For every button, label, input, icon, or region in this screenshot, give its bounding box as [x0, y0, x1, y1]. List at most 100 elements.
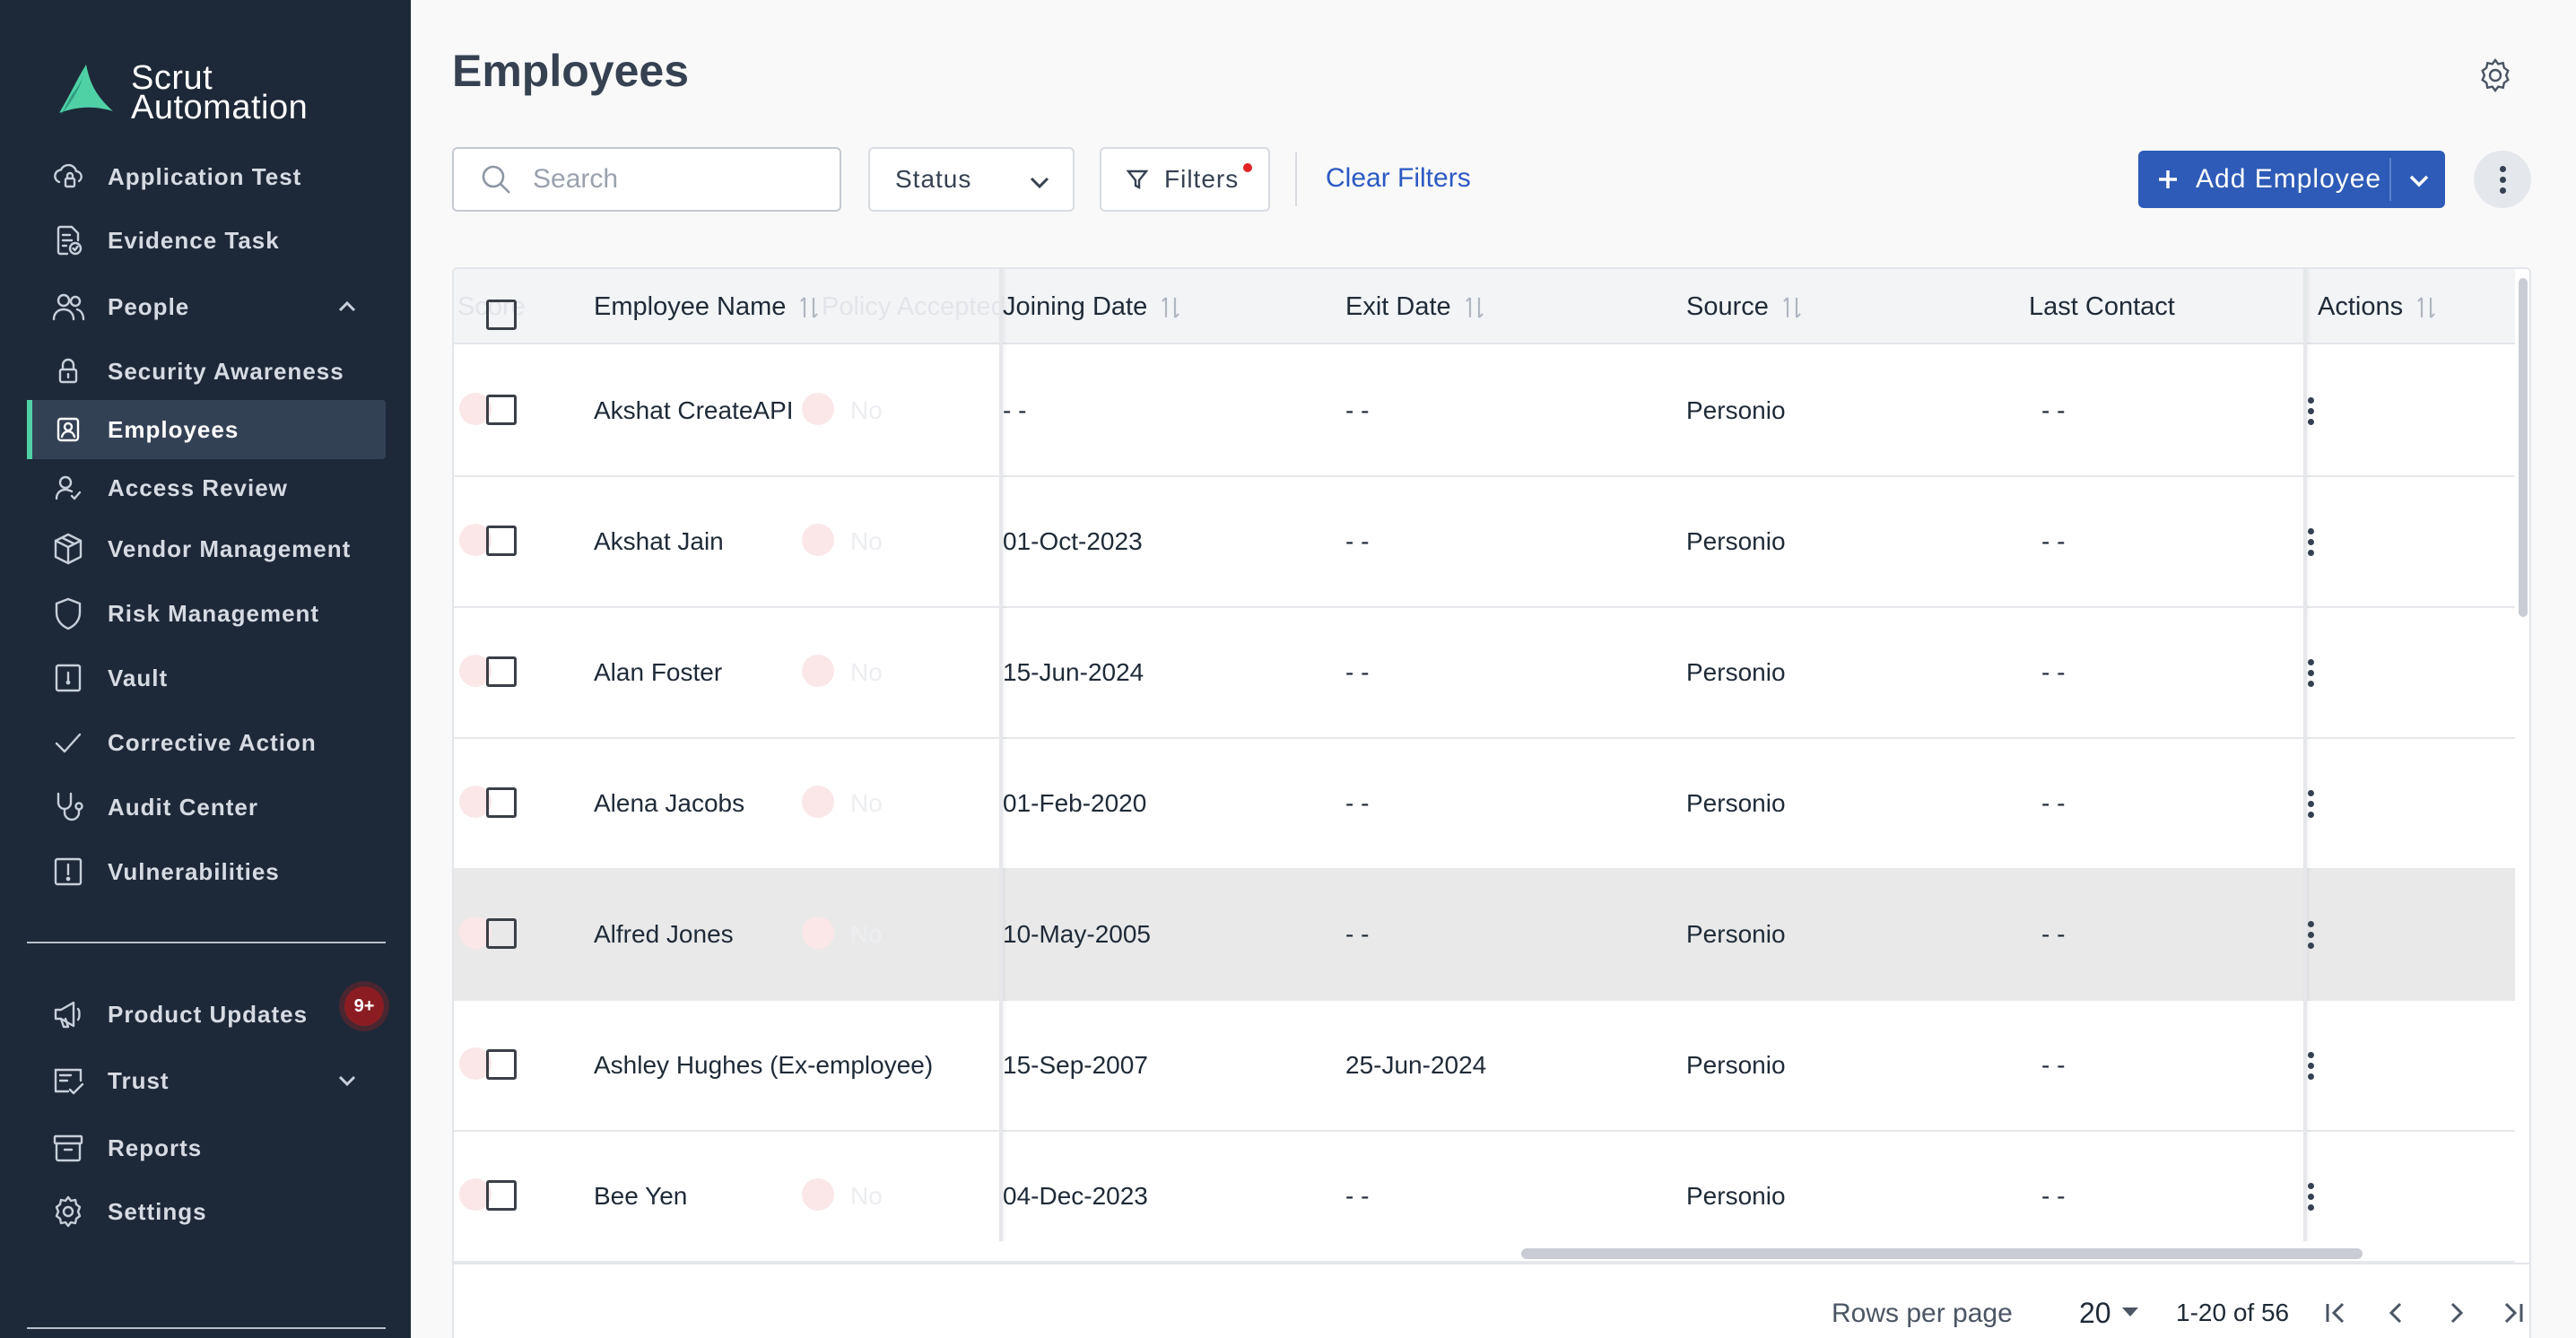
row-checkbox[interactable]	[486, 526, 517, 556]
cell-employee-name[interactable]: Ashley Hughes (Ex-employee)	[594, 1051, 933, 1080]
column-exit-date[interactable]: Exit Date	[1345, 292, 1485, 322]
cell-exit-date: 25-Jun-2024	[1345, 1051, 1487, 1079]
sidebar-item-reports[interactable]: Reports	[27, 1118, 386, 1177]
row-checkbox[interactable]	[486, 1049, 517, 1080]
sidebar-item-corrective-action[interactable]: Corrective Action	[27, 713, 386, 772]
last-page-icon	[2504, 1302, 2523, 1324]
sidebar-item-application-test[interactable]: Application Test	[27, 147, 386, 206]
chevron-up-icon[interactable]	[335, 295, 359, 318]
cell-employee-name[interactable]: Alena Jacobs	[594, 789, 744, 818]
add-employee-label: Add Employee	[2196, 164, 2382, 194]
sidebar-item-evidence-task[interactable]: Evidence Task	[27, 211, 386, 270]
ghost-column-policy-accepted: Policy Accepted	[822, 292, 1005, 321]
ghost-policy-value: No	[850, 527, 883, 555]
sidebar-item-risk-management[interactable]: Risk Management	[27, 584, 386, 643]
table-row[interactable]: Ashley Hughes (Ex-employee) 15-Sep-2007 …	[454, 1001, 2515, 1132]
cell-source: Personio	[1686, 527, 1786, 555]
ghost-policy-icon	[802, 917, 834, 949]
sidebar-item-audit-center[interactable]: Audit Center	[27, 778, 386, 837]
add-employee-dropdown[interactable]	[2406, 167, 2432, 194]
sort-icon[interactable]	[1160, 294, 1181, 321]
cell-source: Personio	[1686, 789, 1786, 817]
cell-employee-name[interactable]: Bee Yen	[594, 1182, 687, 1211]
row-checkbox[interactable]	[486, 395, 517, 425]
select-all-checkbox[interactable]	[486, 300, 517, 330]
next-page-button[interactable]	[2440, 1297, 2472, 1329]
sidebar-item-label: Application Test	[108, 162, 302, 190]
table-row[interactable]: Bee Yen No 04-Dec-2023 - - Personio - -	[454, 1132, 2515, 1263]
horizontal-scrollbar[interactable]	[1521, 1248, 2363, 1259]
product-updates-badge: 9+	[344, 986, 384, 1026]
table-row[interactable]: Alan Foster No 15-Jun-2024 - - Personio …	[454, 608, 2515, 739]
plus-icon	[2156, 168, 2180, 191]
chevron-down-icon[interactable]	[335, 1069, 359, 1092]
check-icon	[48, 723, 88, 762]
filters-button[interactable]: Filters	[1100, 147, 1270, 212]
cell-exit-date: - -	[1345, 1182, 1370, 1210]
sidebar-item-vulnerabilities[interactable]: Vulnerabilities	[27, 842, 386, 901]
sidebar-item-access-review[interactable]: Access Review	[27, 458, 386, 517]
row-checkbox[interactable]	[486, 1180, 517, 1211]
row-checkbox[interactable]	[486, 656, 517, 687]
cell-exit-date: - -	[1345, 527, 1370, 555]
column-actions[interactable]: Actions	[2307, 292, 2438, 322]
sidebar-item-people[interactable]: People	[27, 277, 386, 336]
clear-filters-link[interactable]: Clear Filters	[1326, 163, 1471, 194]
employees-table: Score Employee Name Policy Accepted Join…	[452, 267, 2531, 1338]
cell-source: Personio	[1686, 920, 1786, 948]
table-row[interactable]: Akshat Jain No 01-Oct-2023 - - Personio …	[454, 477, 2515, 608]
cell-source: Personio	[1686, 396, 1786, 424]
sidebar-item-trust[interactable]: Trust	[27, 1051, 386, 1110]
sort-icon[interactable]	[1781, 294, 1803, 321]
vertical-scrollbar[interactable]	[2519, 278, 2528, 617]
cell-joining-date: 15-Jun-2024	[1003, 658, 1144, 686]
cell-employee-name[interactable]: Alan Foster	[594, 658, 722, 687]
sidebar-item-vault[interactable]: Vault	[27, 648, 386, 708]
sidebar-item-label: Audit Center	[108, 793, 258, 821]
table-row[interactable]: Akshat CreateAPI No - - - - Personio - -	[454, 346, 2515, 477]
row-checkbox[interactable]	[486, 918, 517, 949]
scrut-logo[interactable]: Scrut Automation	[50, 59, 308, 127]
rows-per-page-select[interactable]: 20	[2079, 1297, 2111, 1330]
column-joining-date[interactable]: Joining Date	[1003, 292, 1181, 322]
ghost-policy-icon	[802, 655, 834, 687]
search-box[interactable]	[452, 147, 841, 212]
caret-down-icon[interactable]	[2122, 1308, 2138, 1316]
page-settings-button[interactable]	[2476, 56, 2515, 95]
sort-icon[interactable]	[798, 294, 820, 321]
cell-last-contact: - -	[2041, 1051, 2066, 1079]
cell-employee-name[interactable]: Alfred Jones	[594, 920, 734, 949]
prev-page-button[interactable]	[2380, 1297, 2413, 1329]
cell-employee-name[interactable]: Akshat Jain	[594, 527, 724, 556]
table-row[interactable]: Alfred Jones No 10-May-2005 - - Personio…	[454, 870, 2515, 1001]
status-dropdown[interactable]: Status	[868, 147, 1075, 212]
search-input[interactable]	[533, 164, 820, 195]
sort-icon[interactable]	[1464, 294, 1485, 321]
cell-employee-name[interactable]: Akshat CreateAPI	[594, 396, 794, 425]
more-options-button[interactable]	[2474, 151, 2531, 208]
sort-icon[interactable]	[2415, 294, 2437, 321]
sidebar-item-product-updates[interactable]: Product Updates	[27, 985, 386, 1044]
cell-joining-date: 01-Feb-2020	[1003, 789, 1147, 817]
ghost-policy-icon	[802, 393, 834, 425]
sidebar-item-label: Settings	[108, 1197, 207, 1225]
column-last-contact[interactable]: Last Contact	[2029, 292, 2175, 322]
first-page-button[interactable]	[2319, 1297, 2352, 1329]
filter-icon	[1126, 169, 1149, 189]
sidebar-item-vendor-management[interactable]: Vendor Management	[27, 519, 386, 578]
frozen-column-divider	[999, 269, 1003, 1241]
id-badge-icon	[48, 410, 88, 449]
ghost-policy-icon	[802, 786, 834, 818]
sidebar-item-settings[interactable]: Settings	[27, 1182, 386, 1241]
add-employee-button[interactable]: Add Employee	[2138, 151, 2445, 208]
column-employee-name[interactable]: Employee Name	[594, 292, 820, 322]
table-row[interactable]: Alena Jacobs No 01-Feb-2020 - - Personio…	[454, 739, 2515, 870]
last-page-button[interactable]	[2497, 1297, 2529, 1329]
column-label: Exit Date	[1345, 292, 1451, 321]
user-check-icon	[48, 468, 88, 508]
sidebar-item-security-awareness[interactable]: Security Awareness	[27, 342, 386, 401]
row-checkbox[interactable]	[486, 787, 517, 818]
column-source[interactable]: Source	[1686, 292, 1803, 322]
archive-icon	[48, 1128, 88, 1168]
sidebar-item-employees[interactable]: Employees	[27, 400, 386, 459]
